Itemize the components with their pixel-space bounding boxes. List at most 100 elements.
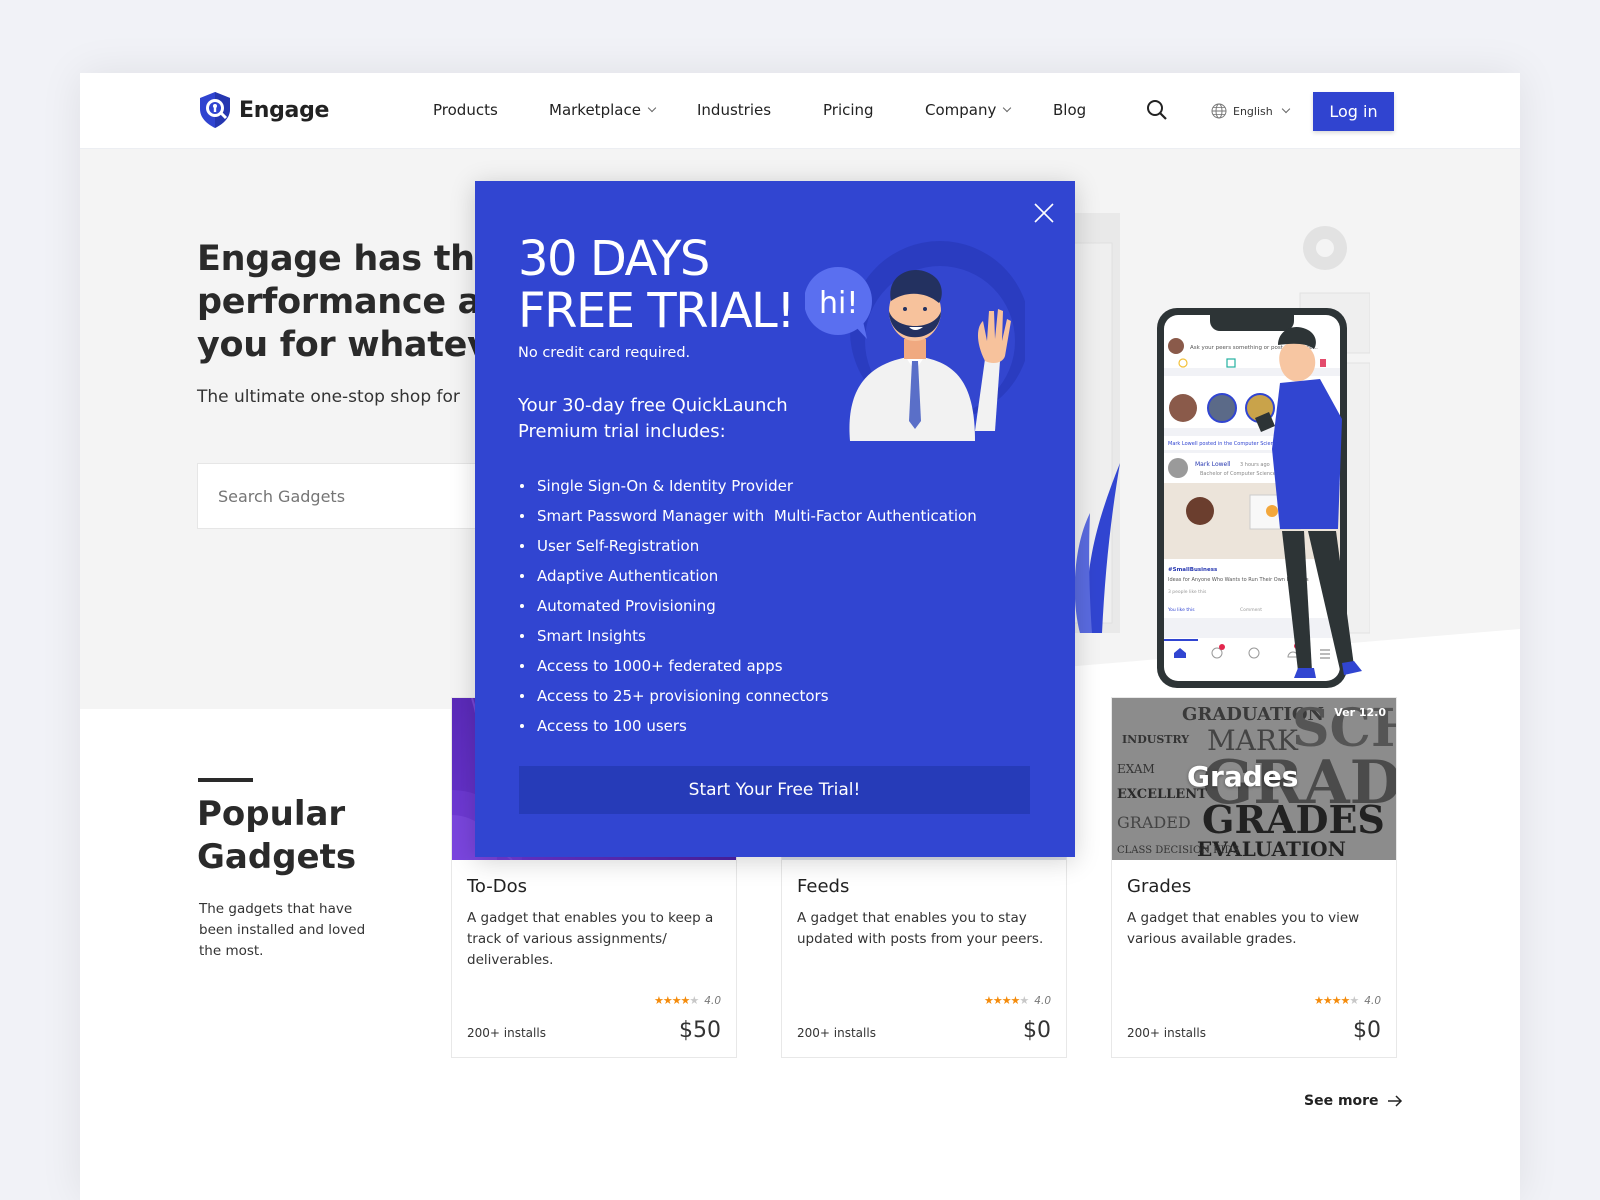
bullet-icon	[520, 724, 524, 728]
feature-list: Single Sign-On & Identity Provider Smart…	[518, 471, 977, 741]
nav-pricing[interactable]: Pricing	[823, 101, 874, 119]
gadget-image: GRADUATION SCHO MARK INDUSTRY EXAM GRADE…	[1112, 698, 1396, 860]
feature-item: Single Sign-On & Identity Provider	[518, 471, 977, 501]
close-icon[interactable]	[1032, 201, 1056, 225]
nav-products[interactable]: Products	[433, 101, 498, 119]
gadget-card-grades[interactable]: GRADUATION SCHO MARK INDUSTRY EXAM GRADE…	[1111, 697, 1397, 1058]
star-rating-icon: ★★★★★	[1313, 994, 1359, 1007]
nav-label: Blog	[1053, 101, 1087, 119]
feature-item: Automated Provisioning	[518, 591, 977, 621]
version-badge: Ver 12.0	[1334, 706, 1386, 719]
rating-value: 4.0	[1034, 994, 1051, 1007]
nav-label: Products	[433, 101, 498, 119]
login-button[interactable]: Log in	[1313, 92, 1394, 131]
title-line: Popular	[197, 794, 346, 834]
feature-item: Access to 100 users	[518, 711, 977, 741]
chevron-down-icon	[1281, 104, 1290, 114]
post-likes: 3 people like this	[1168, 589, 1207, 595]
language-selector[interactable]: English	[1211, 103, 1290, 119]
svg-text:INDUSTRY: INDUSTRY	[1122, 733, 1189, 746]
bullet-icon	[520, 574, 524, 578]
post-tag: #SmallBusiness	[1168, 567, 1218, 573]
popular-gadgets-subtitle: The gadgets that have been installed and…	[199, 901, 366, 959]
arrow-right-icon	[1387, 1095, 1402, 1107]
feature-label: Smart Insights	[537, 627, 646, 645]
modal-title-line: 30 DAYS	[518, 231, 710, 287]
shield-logo-icon	[200, 92, 230, 128]
star-rating-icon: ★★★★★	[653, 994, 699, 1007]
modal-title-line: FREE TRIAL!	[518, 283, 796, 339]
feature-item: Smart Password Manager with Multi-Factor…	[518, 501, 977, 531]
feature-label: Automated Provisioning	[537, 597, 716, 615]
feature-label: User Self-Registration	[537, 537, 700, 555]
post-header: Mark Lowell posted in the Computer Scien…	[1168, 441, 1288, 447]
nav-industries[interactable]: Industries	[697, 101, 771, 119]
gadget-image-label: Grades	[1187, 760, 1299, 793]
section-accent-bar	[198, 778, 253, 782]
bullet-icon	[520, 664, 524, 668]
post-you-like: You like this	[1167, 607, 1195, 613]
bullet-icon	[520, 544, 524, 548]
nav-label: Marketplace	[549, 101, 641, 119]
feature-item: Access to 25+ provisioning connectors	[518, 681, 977, 711]
brand-name: Engage	[239, 97, 330, 123]
gadget-title: Grades	[1127, 876, 1192, 897]
modal-title: 30 DAYS FREE TRIAL!	[518, 231, 796, 339]
post-comment: Comment	[1240, 607, 1262, 613]
bullet-icon	[520, 634, 524, 638]
nav-label: Industries	[697, 101, 772, 119]
nav-label: Pricing	[823, 101, 874, 119]
popular-gadgets-title: Popular Gadgets	[197, 793, 356, 879]
gadget-installs: 200+ installs	[797, 1026, 876, 1040]
feature-label: Adaptive Authentication	[537, 567, 719, 585]
feature-label: Smart Password Manager with Multi-Factor…	[537, 507, 977, 525]
gadget-rating: ★★★★★ 4.0	[654, 994, 721, 1007]
gadget-installs: 200+ installs	[467, 1026, 546, 1040]
hero-illustration: Ask your peers something or post an upda…	[1050, 213, 1371, 693]
free-trial-modal: 30 DAYS FREE TRIAL! No credit card requi…	[475, 181, 1075, 857]
gadget-title: Feeds	[797, 876, 850, 897]
brand-logo[interactable]: Engage	[197, 91, 329, 129]
gadget-price: $50	[679, 1018, 721, 1043]
no-credit-card-note: No credit card required.	[518, 345, 691, 361]
gadget-installs: 200+ installs	[1127, 1026, 1206, 1040]
svg-text:CLASS DECISION KIDS: CLASS DECISION KIDS	[1117, 845, 1240, 856]
modal-intro: Your 30-day free QuickLaunch Premium tri…	[518, 395, 788, 442]
gadget-description: A gadget that enables you to stay update…	[797, 910, 1044, 947]
waving-man-illustration: hi!	[805, 241, 1025, 441]
bullet-icon	[520, 514, 524, 518]
site-header: Engage Products Marketplace Industries P…	[80, 73, 1520, 149]
star-rating-icon: ★★★★★	[983, 994, 1029, 1007]
nav-company[interactable]: Company	[925, 101, 1012, 119]
svg-text:GRADES: GRADES	[1202, 797, 1385, 842]
rating-value: 4.0	[704, 994, 721, 1007]
feature-label: Access to 1000+ federated apps	[537, 657, 783, 675]
bullet-icon	[520, 484, 524, 488]
start-free-trial-button[interactable]: Start Your Free Trial!	[519, 766, 1030, 814]
feature-item: User Self-Registration	[518, 531, 977, 561]
gadget-rating: ★★★★★ 4.0	[984, 994, 1051, 1007]
gadget-price: $0	[1023, 1018, 1051, 1043]
post-author-sub: Bachelor of Computer Science	[1200, 471, 1276, 477]
bullet-icon	[520, 604, 524, 608]
hero-subtitle: The ultimate one-stop shop for	[197, 387, 460, 407]
nav-label: Company	[925, 101, 997, 119]
feature-item: Access to 1000+ federated apps	[518, 651, 977, 681]
post-time: 3 hours ago	[1240, 462, 1270, 468]
language-label: English	[1233, 104, 1273, 118]
phone-illustration: Ask your peers something or post an upda…	[1050, 213, 1371, 688]
gadget-rating: ★★★★★ 4.0	[1314, 994, 1381, 1007]
rating-value: 4.0	[1364, 994, 1381, 1007]
gadget-description: A gadget that enables you to view variou…	[1127, 910, 1360, 947]
search-icon[interactable]	[1146, 99, 1168, 121]
title-line: Gadgets	[197, 837, 357, 877]
nav-blog[interactable]: Blog	[1053, 101, 1086, 119]
nav-marketplace[interactable]: Marketplace	[549, 101, 657, 119]
post-author: Mark Lowell	[1195, 461, 1231, 468]
speech-text: hi!	[819, 286, 858, 321]
globe-icon	[1211, 103, 1227, 119]
see-more-link[interactable]: See more	[1304, 1093, 1403, 1109]
gadget-price: $0	[1353, 1018, 1381, 1043]
svg-text:EXAM: EXAM	[1117, 762, 1155, 776]
see-more-label: See more	[1304, 1093, 1379, 1109]
